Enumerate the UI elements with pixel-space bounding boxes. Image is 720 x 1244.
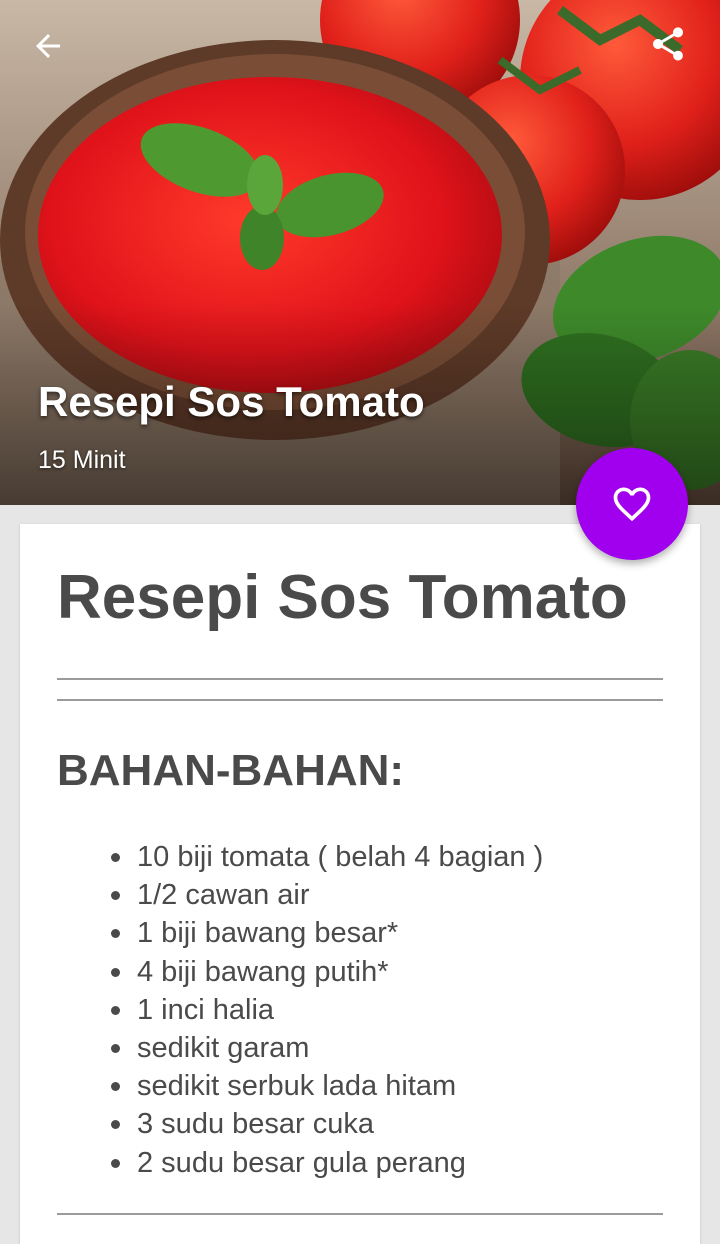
tomato-soup-photo [0,0,720,505]
share-button[interactable] [648,24,698,74]
favorite-button[interactable] [576,448,688,560]
ingredients-list: 10 biji tomata ( belah 4 bagian ) 1/2 ca… [107,838,543,1182]
back-button[interactable] [30,28,82,68]
ingredient-item: 3 sudu besar cuka [107,1105,543,1143]
ingredients-heading: BAHAN-BAHAN: [57,746,405,795]
share-icon [653,27,683,61]
hero-image: Resepi Sos Tomato 15 Minit [0,0,720,505]
ingredient-item: 2 sudu besar gula perang [107,1144,543,1182]
recipe-title: Resepi Sos Tomato [57,563,628,632]
ingredient-item: 1 biji bawang besar* [107,914,543,952]
ingredient-item: 1 inci halia [107,991,543,1029]
ingredient-item: sedikit serbuk lada hitam [107,1067,543,1105]
cooking-duration: 15 Minit [38,446,126,474]
ingredient-item: 1/2 cawan air [107,876,543,914]
hero-title: Resepi Sos Tomato [38,378,425,425]
arrow-left-icon [36,34,60,58]
ingredient-item: 4 biji bawang putih* [107,953,543,991]
divider [57,1213,663,1215]
recipe-card: Resepi Sos Tomato BAHAN-BAHAN: 10 biji t… [20,524,700,1244]
heart-outline-icon [613,487,651,522]
ingredient-item: 10 biji tomata ( belah 4 bagian ) [107,838,543,876]
divider [57,699,663,701]
divider [57,678,663,680]
ingredient-item: sedikit garam [107,1029,543,1067]
